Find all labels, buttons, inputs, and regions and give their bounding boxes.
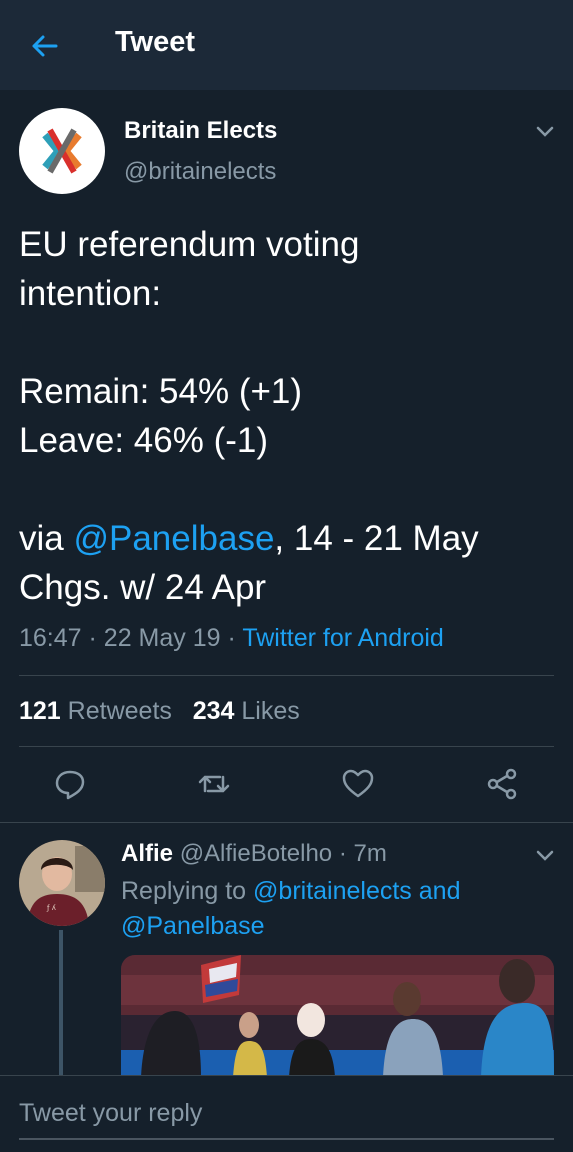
retweet-icon[interactable]	[196, 766, 232, 802]
author-name[interactable]: Britain Elects	[124, 117, 277, 145]
mention-link[interactable]: @Panelbase	[121, 912, 265, 940]
britain-elects-logo	[42, 128, 82, 174]
tweet-line: intention:	[19, 274, 162, 313]
tweet-line: Remain: 54% (+1)	[19, 372, 303, 411]
page-title: Tweet	[115, 26, 196, 58]
replying-conjunction[interactable]: and	[412, 877, 461, 905]
back-arrow-icon[interactable]	[28, 30, 60, 62]
reply-header: Alfie @AlfieBotelho · 7m	[121, 840, 387, 868]
retweets-stat[interactable]: 121 Retweets	[19, 697, 172, 725]
reply-avatar[interactable]: ƒ ʎ	[19, 840, 105, 926]
chevron-down-icon[interactable]	[533, 846, 557, 866]
tweet-stats: 121 Retweets 234 Likes	[19, 697, 300, 726]
meta-separator: ·	[338, 840, 347, 867]
avatar-photo: ƒ ʎ	[19, 840, 105, 926]
meta-separator: ·	[227, 624, 236, 652]
likes-count: 234	[192, 697, 235, 725]
retweets-label: Retweets	[67, 697, 172, 725]
replying-prefix: Replying to	[121, 877, 254, 905]
author-avatar[interactable]	[19, 108, 105, 194]
reply-media-image[interactable]	[121, 955, 554, 1077]
likes-stat[interactable]: 234 Likes	[193, 697, 300, 725]
heart-icon[interactable]	[340, 766, 376, 802]
author-handle[interactable]: @britainelects	[124, 158, 276, 186]
via-prefix: via	[19, 519, 74, 558]
stadium-photo	[121, 955, 554, 1077]
reply-age: 7m	[353, 840, 387, 867]
source-app-link[interactable]: Twitter for Android	[242, 624, 443, 652]
divider	[0, 822, 573, 823]
tweet-meta: 16:47 · 22 May 19 · Twitter for Android	[19, 624, 444, 653]
svg-text:ƒ ʎ: ƒ ʎ	[46, 904, 56, 912]
divider	[19, 675, 554, 676]
meta-separator: ·	[88, 624, 97, 652]
likes-label: Likes	[241, 697, 300, 725]
share-icon[interactable]	[484, 766, 520, 802]
tweet-via-line: via @Panelbase, 14 - 21 May	[19, 514, 564, 563]
chevron-down-icon[interactable]	[533, 122, 557, 142]
reply-author-name[interactable]: Alfie	[121, 840, 173, 867]
tweet-line: Chgs. w/ 24 Apr	[19, 568, 267, 607]
tweet-line	[19, 465, 564, 514]
top-bar: Tweet	[0, 0, 573, 90]
reply-author-handle[interactable]: @AlfieBotelho	[180, 840, 332, 867]
reply-input[interactable]	[19, 1088, 554, 1140]
retweets-count: 121	[19, 697, 61, 725]
tweet-text: EU referendum voting intention: Remain: …	[19, 220, 564, 612]
tweet-line: EU referendum voting	[19, 225, 360, 264]
divider	[19, 746, 554, 747]
tweet-time: 16:47	[19, 624, 82, 652]
tweet-line: Leave: 46% (-1)	[19, 421, 269, 460]
replying-to: Replying to @britainelects and @Panelbas…	[121, 874, 541, 944]
thread-line	[59, 930, 63, 1075]
mention-link[interactable]: @britainelects	[253, 877, 412, 905]
via-suffix: , 14 - 21 May	[274, 519, 479, 558]
tweet-line	[19, 318, 564, 367]
mention-link[interactable]: @Panelbase	[73, 519, 274, 558]
tweet-date: 22 May 19	[103, 624, 221, 652]
comment-icon[interactable]	[52, 766, 88, 802]
